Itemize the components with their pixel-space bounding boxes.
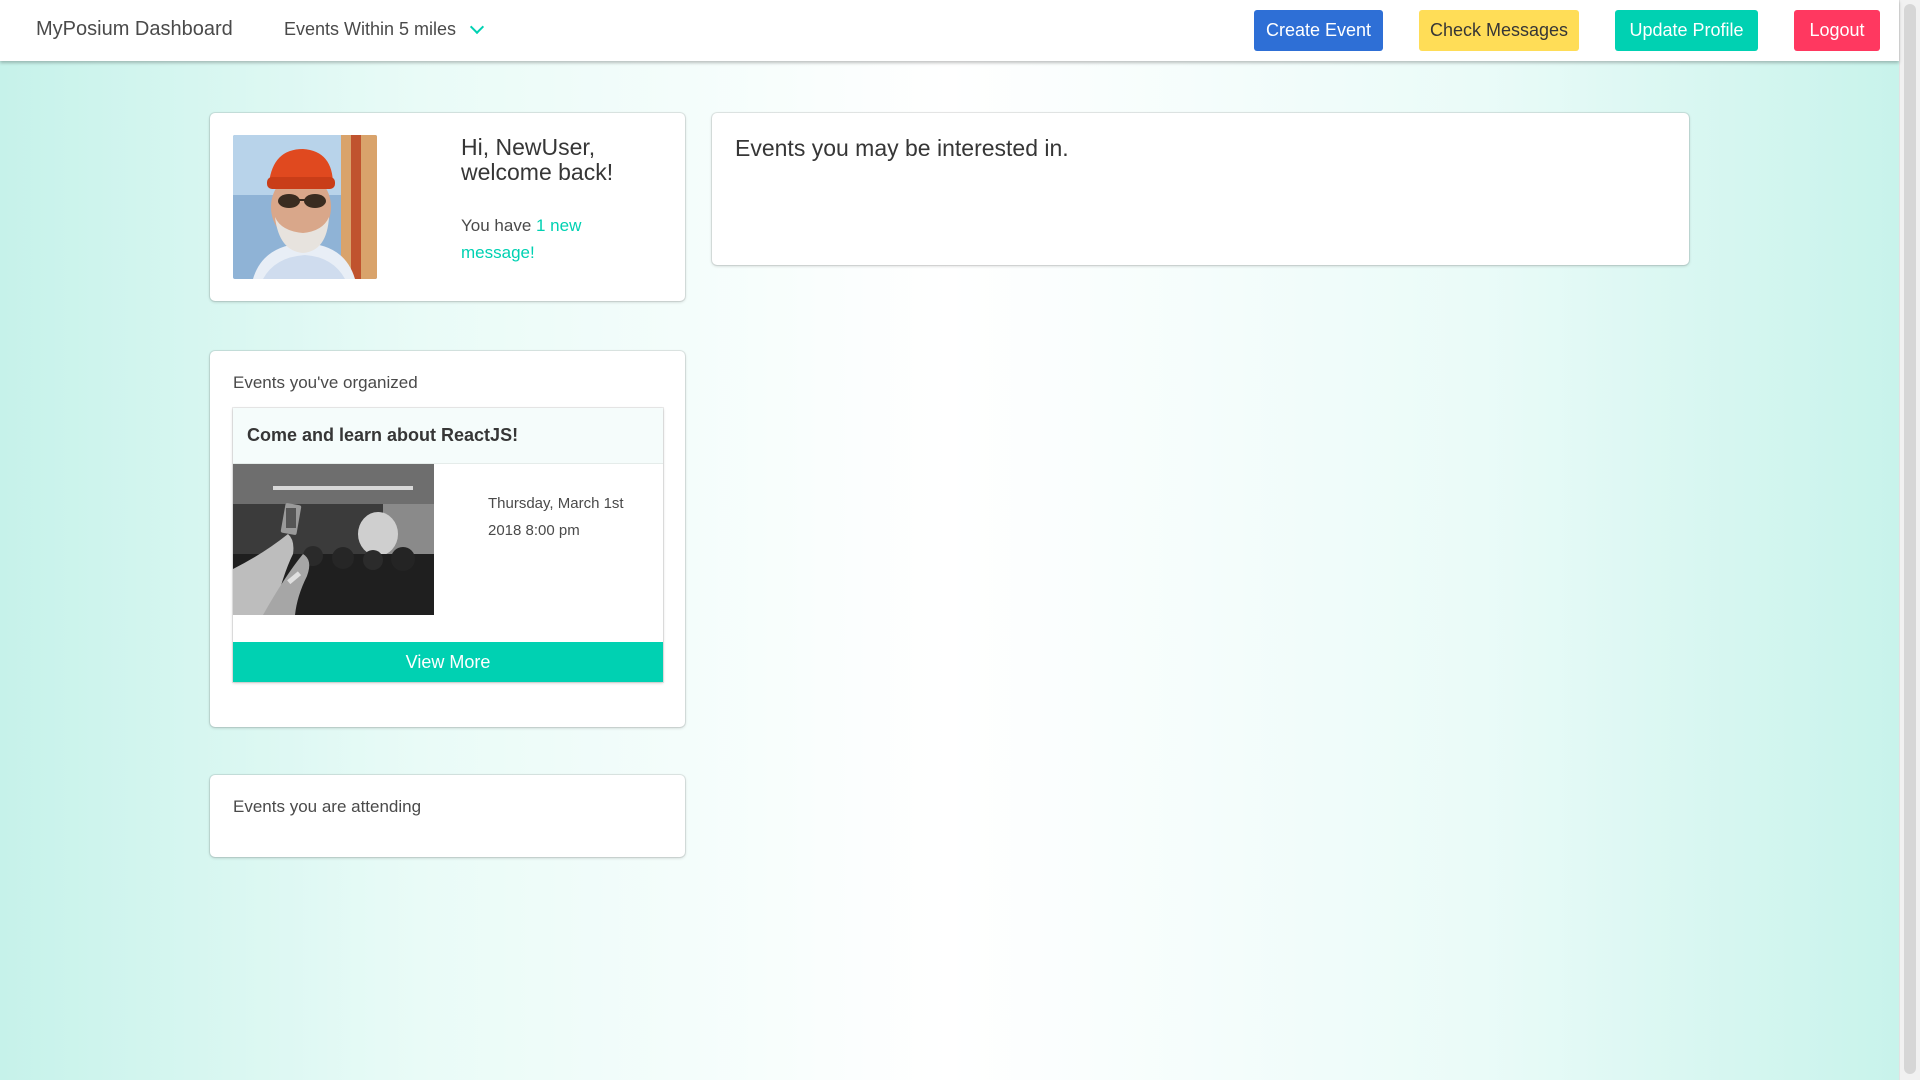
attending-events-title: Events you are attending [233,797,422,816]
new-message-notice: You have 1 new message! [461,212,611,266]
event-image [233,464,434,615]
logout-button[interactable]: Logout [1794,10,1880,51]
event-date: Thursday, March 1st 2018 8:00 pm [488,495,624,539]
message-prefix: You have [461,216,536,235]
scrollbar-thumb[interactable] [1904,4,1916,1074]
event-card: Come and learn about ReactJS! Thursday, … [233,408,663,682]
user-avatar [233,135,377,279]
distance-filter-label: Events Within 5 miles [284,19,457,39]
welcome-greeting: Hi, NewUser, welcome back! [461,134,614,185]
view-more-button[interactable]: View More [233,642,663,682]
vertical-scrollbar[interactable] [1899,0,1920,1080]
brand-title[interactable]: MyPosium Dashboard [36,18,233,41]
distance-filter-dropdown[interactable]: Events Within 5 miles [284,19,485,40]
welcome-card: Hi, NewUser, welcome back! You have 1 ne… [210,113,685,301]
organized-events-card: Events you've organized Come and learn a… [210,351,685,727]
event-title: Come and learn about ReactJS! [233,408,663,464]
top-navbar: MyPosium Dashboard Events Within 5 miles… [0,0,1899,61]
update-profile-button[interactable]: Update Profile [1615,10,1758,51]
interested-events-card: Events you may be interested in. [712,113,1689,265]
attending-events-card: Events you are attending [210,775,685,857]
organized-events-title: Events you've organized [233,373,418,392]
avatar-image [233,135,377,279]
create-event-button[interactable]: Create Event [1254,10,1383,51]
interested-events-title: Events you may be interested in. [735,135,1069,161]
event-photo-graphic [233,464,434,615]
chevron-down-icon [469,19,485,34]
check-messages-button[interactable]: Check Messages [1419,10,1579,51]
